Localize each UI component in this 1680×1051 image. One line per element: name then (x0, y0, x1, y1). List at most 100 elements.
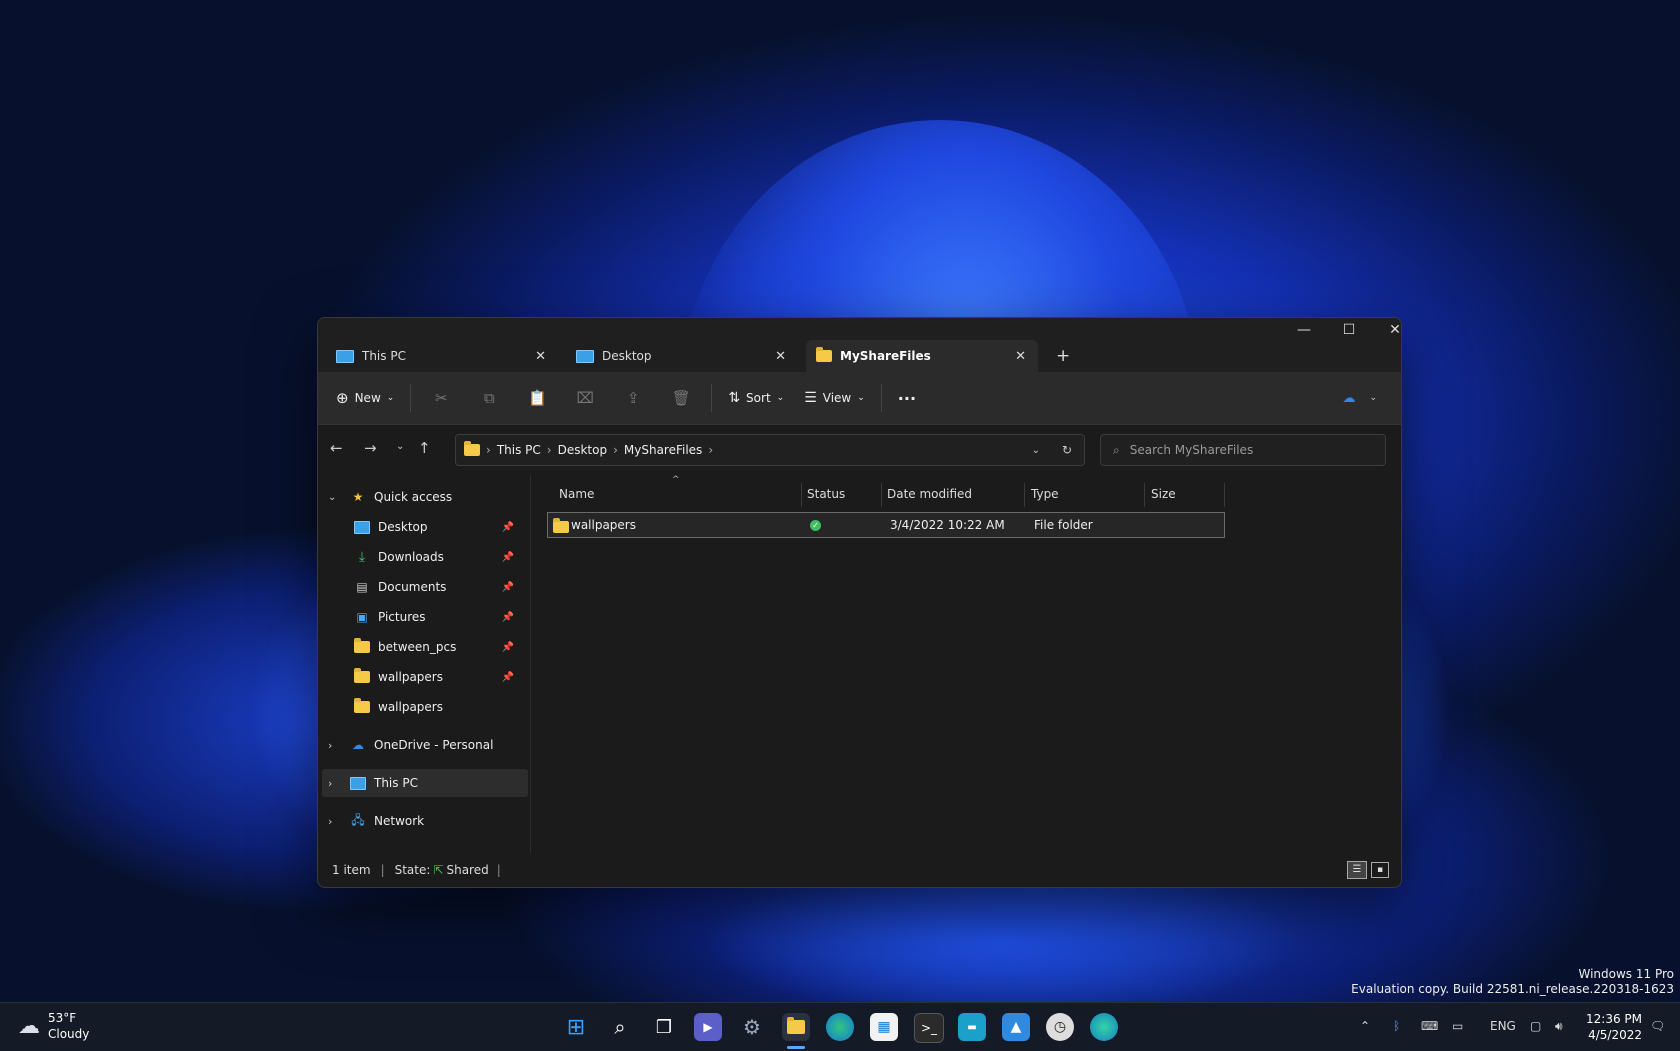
new-button[interactable]: ⊕ New ⌄ (326, 382, 404, 414)
sidebar-item-quick-access[interactable]: ⌄ ★ Quick access (318, 483, 528, 511)
details-view-icon[interactable]: ☰ (1347, 861, 1367, 879)
app-icon[interactable]: ▬ (958, 1013, 986, 1041)
sidebar-item-pictures[interactable]: ▣ Pictures 📌 (318, 603, 528, 631)
paste-icon[interactable]: 📋 (513, 389, 561, 407)
desktop-icon (354, 519, 370, 535)
sidebar-item-label: Documents (378, 580, 447, 594)
table-row[interactable]: wallpapers ✓ 3/4/2022 10:22 AM File fold… (547, 512, 1225, 538)
network-status-icon[interactable]: ▢ (1530, 1019, 1541, 1033)
more-options-button[interactable]: ··· (888, 382, 926, 414)
copy-icon[interactable]: ⧉ (465, 389, 513, 407)
column-header-type[interactable]: Type (1031, 487, 1059, 501)
up-arrow-icon[interactable]: ↑ (418, 439, 431, 457)
sidebar-item-this-pc[interactable]: › This PC (322, 769, 528, 797)
terminal-icon[interactable]: >_ (914, 1013, 944, 1043)
search-icon[interactable]: ⌕ (606, 1013, 634, 1041)
folder-icon (464, 441, 480, 456)
rename-icon[interactable]: ⌧ (561, 389, 609, 407)
column-divider[interactable] (1224, 483, 1225, 507)
volume-icon[interactable]: 🔊︎ (1555, 1019, 1563, 1034)
display-icon[interactable]: ▭ (1452, 1019, 1463, 1033)
sidebar-item-label: wallpapers (378, 700, 443, 714)
sidebar-item-onedrive[interactable]: › ☁ OneDrive - Personal (318, 731, 528, 759)
column-divider[interactable] (1024, 483, 1025, 507)
close-icon[interactable]: ✕ (775, 349, 786, 364)
plus-circle-icon: ⊕ (336, 389, 349, 407)
sidebar-item-documents[interactable]: ▤ Documents 📌 (318, 573, 528, 601)
tab-mysharefiles[interactable]: MyShareFiles ✕ (806, 340, 1038, 372)
maximize-button[interactable]: ☐ (1329, 322, 1369, 338)
sidebar-item-between-pcs[interactable]: between_pcs 📌 (318, 633, 528, 661)
photos-icon[interactable]: ▲ (1002, 1013, 1030, 1041)
onedrive-button[interactable]: ☁ ⌄ (1342, 391, 1377, 406)
column-divider[interactable] (1144, 483, 1145, 507)
settings-icon[interactable]: ⚙ (738, 1013, 766, 1041)
sidebar-item-wallpapers-shared[interactable]: wallpapers (318, 693, 528, 721)
chevron-right-icon[interactable]: › (328, 777, 344, 790)
tab-this-pc[interactable]: This PC ✕ (326, 340, 558, 372)
edge-canary-icon[interactable] (1090, 1013, 1118, 1041)
back-arrow-icon[interactable]: ← (330, 439, 343, 457)
tab-label: This PC (362, 349, 406, 363)
keyboard-icon[interactable]: ⌨ (1421, 1019, 1438, 1033)
close-icon[interactable]: ✕ (535, 349, 546, 364)
sidebar-item-network[interactable]: › 🖧 Network (318, 807, 528, 835)
tab-desktop[interactable]: Desktop ✕ (566, 340, 798, 372)
file-explorer-window: This PC ✕ Desktop ✕ MyShareFiles ✕ + — ☐… (317, 317, 1402, 888)
minimize-button[interactable]: — (1284, 322, 1324, 338)
address-dropdown-icon[interactable]: ⌄ (1032, 445, 1040, 456)
chevron-right-icon[interactable]: › (328, 815, 344, 828)
title-bar: This PC ✕ Desktop ✕ MyShareFiles ✕ + — ☐… (318, 318, 1401, 372)
column-header-status[interactable]: Status (807, 487, 845, 501)
weather-widget[interactable]: ☁ 53°F Cloudy (18, 1010, 89, 1042)
address-bar[interactable]: › This PC › Desktop › MyShareFiles › ⌄ ↻ (455, 434, 1085, 466)
task-view-icon[interactable]: ❐ (650, 1013, 678, 1041)
sidebar-item-desktop[interactable]: Desktop 📌 (318, 513, 528, 541)
search-box[interactable]: ⌕ Search MyShareFiles (1100, 434, 1386, 466)
pin-icon: 📌 (501, 551, 514, 563)
tiles-view-icon[interactable]: ▪ (1371, 862, 1389, 878)
column-header-name[interactable]: Name (559, 487, 594, 501)
sidebar-item-label: wallpapers (378, 670, 443, 684)
language-indicator[interactable]: ENG (1490, 1019, 1516, 1033)
chevron-up-icon[interactable]: ⌃ (1360, 1019, 1370, 1033)
share-icon[interactable]: ⇪ (609, 389, 657, 407)
edge-icon[interactable] (826, 1013, 854, 1041)
recent-chevron-icon[interactable]: ⌄ (396, 441, 404, 452)
start-icon[interactable]: ⊞ (562, 1013, 590, 1041)
notification-icon[interactable]: 🗨︎ (1650, 1019, 1665, 1033)
pin-icon: 📌 (501, 671, 514, 683)
clock-time: 12:36 PM (1586, 1012, 1642, 1026)
navigation-row: ← → ⌄ ↑ › This PC › Desktop › MyShareFil… (318, 424, 1401, 475)
close-icon[interactable]: ✕ (1015, 349, 1026, 364)
store-icon[interactable]: ▦ (870, 1013, 898, 1041)
file-explorer-icon[interactable] (782, 1013, 810, 1041)
forward-arrow-icon[interactable]: → (364, 439, 377, 457)
new-tab-button[interactable]: + (1056, 346, 1070, 366)
view-button[interactable]: ☰ View ⌄ (794, 382, 875, 414)
breadcrumb-mysharefiles[interactable]: MyShareFiles (624, 443, 702, 457)
sort-button[interactable]: ⇅ Sort ⌄ (718, 382, 794, 414)
chevron-right-icon[interactable]: › (328, 739, 344, 752)
close-window-button[interactable]: ✕ (1375, 322, 1401, 338)
sidebar-item-downloads[interactable]: ⤓ Downloads 📌 (318, 543, 528, 571)
breadcrumb-separator: › (546, 443, 552, 457)
clock-app-icon[interactable]: ◷ (1046, 1013, 1074, 1041)
taskbar: ☁ 53°F Cloudy ⊞ ⌕ ❐ ▶ ⚙ ▦ >_ ▬ ▲ ◷ ⌃ ᛒ ⌨… (0, 1002, 1680, 1051)
column-header-date[interactable]: Date modified (887, 487, 972, 501)
column-divider[interactable] (801, 483, 802, 507)
breadcrumb-this-pc[interactable]: This PC (497, 443, 541, 457)
chevron-down-icon: ⌄ (776, 393, 785, 403)
column-header-size[interactable]: Size (1151, 487, 1176, 501)
cut-icon[interactable]: ✂ (417, 389, 465, 407)
sidebar-item-label: Desktop (378, 520, 428, 534)
bluetooth-icon[interactable]: ᛒ (1393, 1019, 1400, 1033)
clock[interactable]: 12:36 PM 4/5/2022 (1580, 1011, 1642, 1043)
sidebar-item-wallpapers-pinned[interactable]: wallpapers 📌 (318, 663, 528, 691)
column-divider[interactable] (881, 483, 882, 507)
delete-icon[interactable]: 🗑 (657, 389, 705, 407)
refresh-icon[interactable]: ↻ (1062, 443, 1072, 457)
chat-icon[interactable]: ▶ (694, 1013, 722, 1041)
chevron-down-icon[interactable]: ⌄ (328, 492, 344, 503)
breadcrumb-desktop[interactable]: Desktop (558, 443, 608, 457)
